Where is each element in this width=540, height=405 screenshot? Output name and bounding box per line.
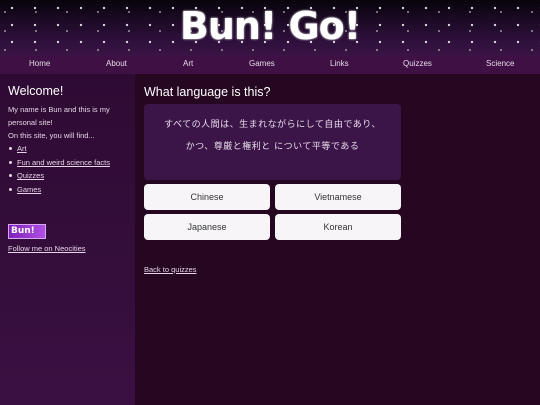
bullet-icon [9,187,12,191]
intro-line-3: On this site, you will find... [8,131,95,140]
sidebar: Welcome! My name is Bun and this is my p… [0,74,135,405]
sentence-box: すべての人間は、生まれながらにして自由であり、 かつ、尊厳と権利と について平等… [144,104,401,180]
sidebar-link-art[interactable]: Art [17,144,27,153]
intro-line-1: My name is Bun and this is my [8,105,110,114]
answer-button-chinese[interactable]: Chinese [144,184,270,210]
nav-item-links[interactable]: Links [330,59,349,68]
back-to-quizzes-link[interactable]: Back to quizzes [144,265,197,274]
nav-item-home[interactable]: Home [29,59,50,68]
bullet-icon [9,147,12,150]
answer-button-japanese[interactable]: Japanese [144,214,270,240]
site-header: Bun! Go! [0,0,540,56]
sidebar-heading: Welcome! [8,84,64,98]
site-logo[interactable]: Bun! Go! [0,4,540,48]
main-content: What language is this? すべての人間は、生まれながらにして… [135,74,540,405]
list-item: Quizzes [8,169,127,183]
intro-line-2: personal site! [8,118,53,127]
sidebar-link-list: Art Fun and weird science facts Quizzes … [8,142,127,196]
bullet-icon [9,160,12,164]
follow-neocities-link[interactable]: Follow me on Neocities [8,244,86,253]
sidebar-link-science-facts[interactable]: Fun and weird science facts [17,158,110,167]
list-item: Games [8,183,127,197]
nav-item-about[interactable]: About [106,59,127,68]
nav-item-art[interactable]: Art [183,59,193,68]
sentence-line-1: すべての人間は、生まれながらにして自由であり、 [164,120,381,130]
answer-button-korean[interactable]: Korean [275,214,401,240]
main-nav: Home About Art Games Links Quizzes Scien… [0,56,540,74]
sidebar-link-games[interactable]: Games [17,185,41,194]
list-item: Fun and weird science facts [8,156,127,170]
nav-item-games[interactable]: Games [249,59,275,68]
bullet-icon [9,174,12,177]
sidebar-link-quizzes[interactable]: Quizzes [17,171,44,180]
nav-item-quizzes[interactable]: Quizzes [403,59,432,68]
sentence-line-2: かつ、尊厳と権利と について平等である [185,142,360,152]
answer-button-vietnamese[interactable]: Vietnamese [275,184,401,210]
quiz-title: What language is this? [144,85,271,99]
nav-item-science[interactable]: Science [486,59,514,68]
bun-badge[interactable]: Bun! [8,224,46,239]
list-item: Art [8,142,127,156]
